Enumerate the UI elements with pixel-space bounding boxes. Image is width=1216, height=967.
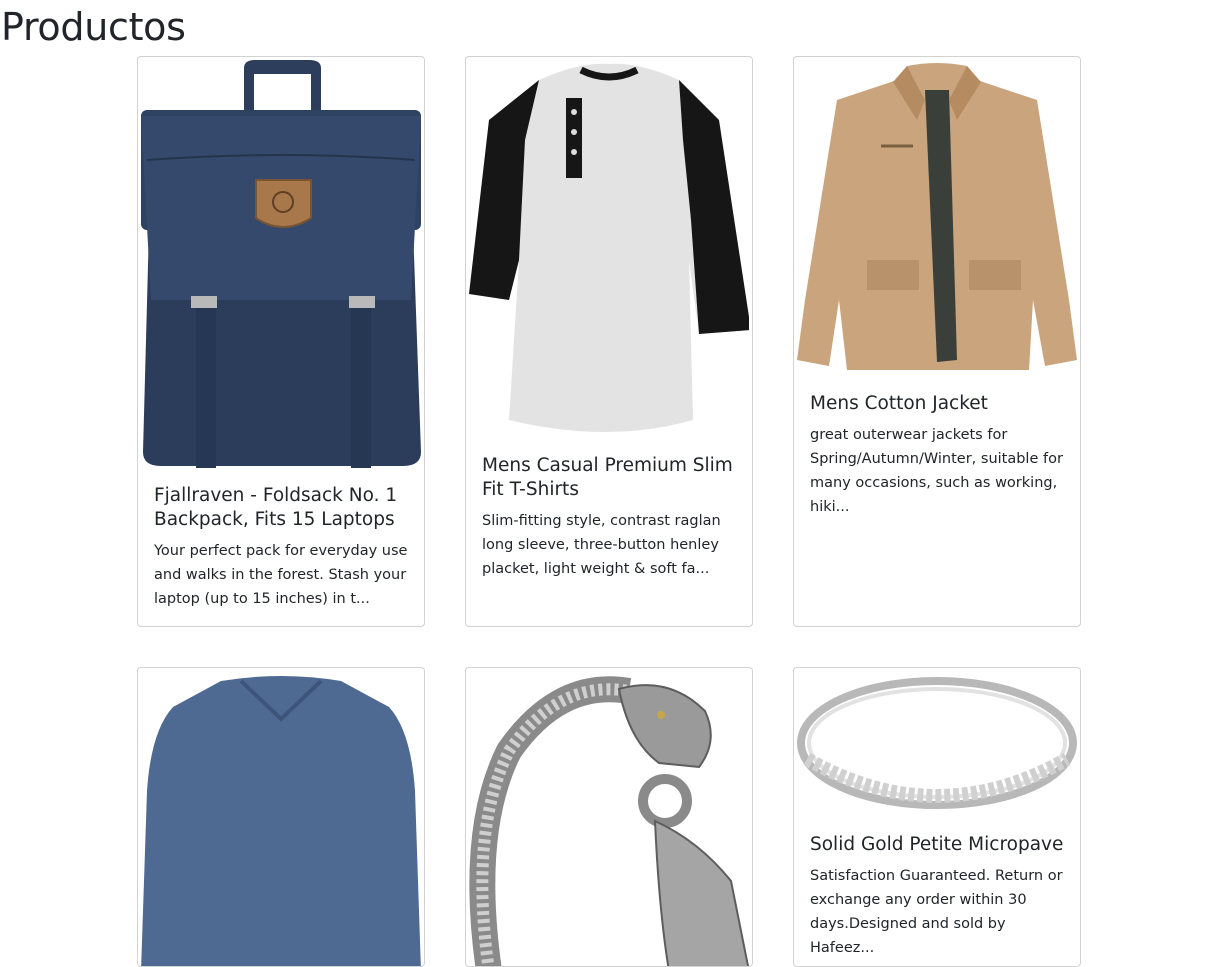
product-card[interactable] [137, 667, 425, 967]
product-card[interactable]: Mens Cotton Jacket great outerwear jacke… [793, 56, 1081, 627]
page-title: Productos [1, 5, 186, 49]
product-card[interactable]: Fjallraven - Foldsack No. 1 Backpack, Fi… [137, 56, 425, 627]
product-image[interactable] [141, 671, 421, 966]
product-title: Mens Cotton Jacket [810, 393, 988, 414]
backpack-image [141, 60, 421, 468]
product-description: great outerwear jackets for Spring/Autum… [810, 427, 1063, 515]
product-image[interactable] [141, 60, 421, 470]
product-image[interactable] [797, 671, 1077, 816]
ring-image [797, 677, 1077, 809]
product-description: Slim-fitting style, contrast raglan long… [482, 513, 721, 577]
long-sleeve-shirt-image [141, 676, 421, 966]
product-image[interactable] [797, 60, 1077, 378]
product-description: Your perfect pack for everyday use and w… [154, 543, 408, 607]
product-card[interactable]: Solid Gold Petite Micropave Satisfaction… [793, 667, 1081, 967]
product-image[interactable] [469, 671, 749, 966]
product-title: Fjallraven - Foldsack No. 1 Backpack, Fi… [154, 485, 398, 530]
product-card[interactable] [465, 667, 753, 967]
product-card[interactable]: Mens Casual Premium Slim Fit T-Shirts Sl… [465, 56, 753, 627]
tshirt-image [469, 63, 749, 432]
product-title: Mens Casual Premium Slim Fit T-Shirts [482, 455, 733, 500]
jacket-image [797, 63, 1077, 370]
product-image[interactable] [469, 60, 749, 440]
product-description: Satisfaction Guaranteed. Return or excha… [810, 868, 1063, 956]
product-title: Solid Gold Petite Micropave [810, 834, 1064, 855]
dragon-bracelet-image [469, 676, 749, 966]
